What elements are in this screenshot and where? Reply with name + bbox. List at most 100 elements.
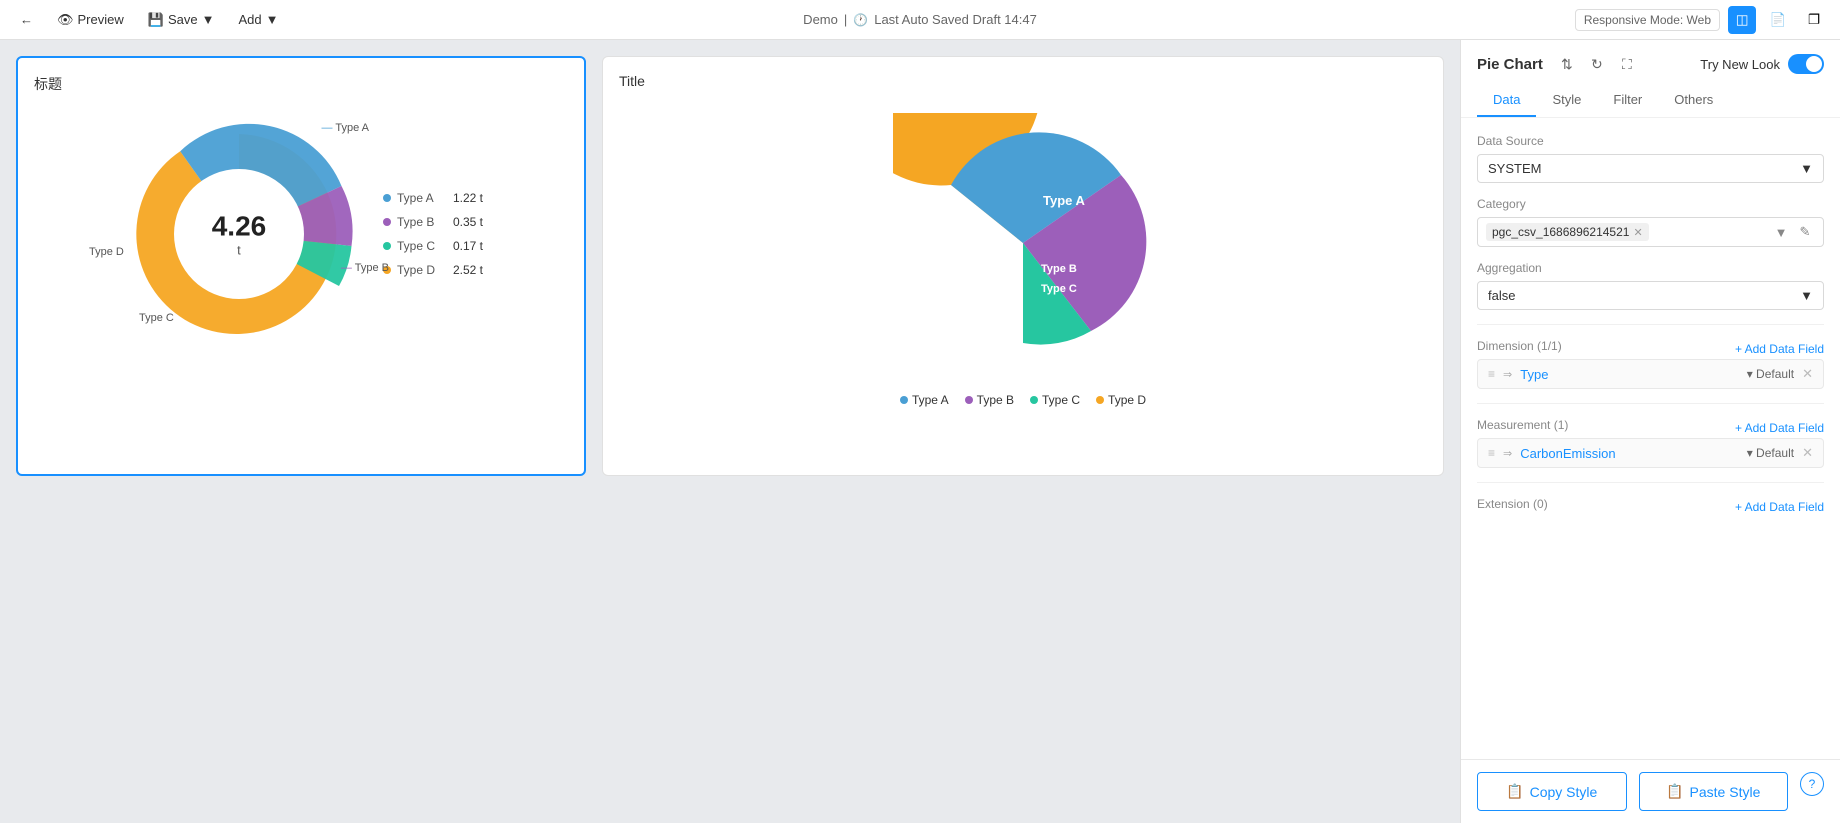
pie-legend-label-typeC: Type C [1042, 393, 1080, 407]
legend-item-typeA: Type A 1.22 t [383, 191, 483, 205]
topbar-right: Responsive Mode: Web ◫ 📄 ❐ [1575, 6, 1828, 34]
try-new-look-toggle[interactable] [1788, 54, 1824, 74]
measurement-add-btn[interactable]: + Add Data Field [1735, 421, 1824, 435]
preview-button[interactable]: 👁 Preview [49, 8, 132, 32]
separator: | [844, 12, 847, 27]
expand-button[interactable]: ❐ [1800, 6, 1828, 34]
extension-add-btn[interactable]: + Add Data Field [1735, 500, 1824, 514]
donut-center-label: 4.26 t [212, 211, 267, 258]
data-source-select[interactable]: SYSTEM ▼ [1477, 154, 1824, 183]
aggregation-label: Aggregation [1477, 261, 1824, 275]
help-icon[interactable]: ? [1800, 772, 1824, 796]
pie-svg [893, 113, 1153, 373]
dimension-default[interactable]: ▾ Default [1747, 367, 1794, 381]
save-dropdown-icon: ▼ [202, 12, 215, 27]
pie-legend-label-typeA: Type A [912, 393, 949, 407]
copy-style-button[interactable]: 📋 Copy Style [1477, 772, 1627, 811]
aggregation-value: false [1488, 288, 1515, 303]
pie-legend-label-typeB: Type B [977, 393, 1014, 407]
legend-label-typeB: Type B [397, 215, 447, 229]
donut-svg-wrap: 4.26 t — Type A Type D — Type B [119, 114, 359, 354]
app-name: Demo [803, 12, 838, 27]
data-source-field: Data Source SYSTEM ▼ [1477, 134, 1824, 183]
paste-style-button[interactable]: 📋 Paste Style [1639, 772, 1789, 811]
back-button[interactable]: ← [12, 8, 41, 31]
category-tag-box[interactable]: pgc_csv_1686896214521 ✕ ▼ ✎ [1477, 217, 1824, 247]
data-source-label: Data Source [1477, 134, 1824, 148]
pie-legend-typeC: Type C [1030, 393, 1080, 407]
measurement-field-name[interactable]: CarbonEmission [1520, 446, 1738, 461]
topbar-left: ← 👁 Preview 💾 Save ▼ Add ▼ [12, 8, 286, 32]
category-field: Category pgc_csv_1686896214521 ✕ ▼ ✎ [1477, 197, 1824, 247]
right-panel: Pie Chart ⇅ ↻ ⛶ Try New Look Data Style … [1460, 40, 1840, 823]
clock-icon: 🕐 [853, 13, 868, 27]
extension-section: Extension (0) + Add Data Field [1477, 497, 1824, 517]
aggregation-chevron-icon: ▼ [1800, 288, 1813, 303]
add-dropdown-icon: ▼ [266, 12, 279, 27]
divider-3 [1477, 482, 1824, 483]
main-layout: 标题 [0, 40, 1840, 823]
donut-chart-card[interactable]: 标题 [16, 56, 586, 476]
save-label: Save [168, 12, 198, 27]
aggregation-select[interactable]: false ▼ [1477, 281, 1824, 310]
legend-value-typeA: 1.22 t [453, 191, 483, 205]
legend-label-typeC: Type C [397, 239, 447, 253]
tab-filter[interactable]: Filter [1597, 84, 1658, 117]
legend-value-typeB: 0.35 t [453, 215, 483, 229]
measurement-arrow-icon: ⇒ [1503, 447, 1512, 460]
pie-legend-dot-typeA [900, 396, 908, 404]
measurement-remove-btn[interactable]: ✕ [1802, 445, 1813, 461]
dimension-drag-icon: ≡ [1488, 367, 1495, 381]
category-tag: pgc_csv_1686896214521 ✕ [1486, 223, 1649, 241]
refresh-icon-btn[interactable]: ↻ [1585, 52, 1609, 76]
save-icon: 💾 [148, 12, 164, 28]
pie-legend: Type A Type B Type C Type D [900, 393, 1146, 407]
legend-label-typeD: Type D [397, 263, 447, 277]
data-source-value: SYSTEM [1488, 161, 1541, 176]
copy-style-icon: 📋 [1506, 783, 1523, 800]
dimension-arrow-icon: ⇒ [1503, 368, 1512, 381]
panel-content: Data Source SYSTEM ▼ Category pgc_csv_16… [1461, 118, 1840, 759]
code-view-button[interactable]: 📄 [1764, 6, 1792, 34]
dimension-add-btn[interactable]: + Add Data Field [1735, 342, 1824, 356]
divider-1 [1477, 324, 1824, 325]
measurement-default[interactable]: ▾ Default [1747, 446, 1794, 460]
measurement-drag-icon: ≡ [1488, 446, 1495, 460]
try-new-look-label: Try New Look [1700, 57, 1780, 72]
category-label: Category [1477, 197, 1824, 211]
tab-data[interactable]: Data [1477, 84, 1536, 117]
pie-chart-card[interactable]: Title [602, 56, 1444, 476]
panel-title: Pie Chart [1477, 56, 1543, 73]
tab-others[interactable]: Others [1658, 84, 1729, 117]
eye-icon: 👁 [57, 12, 74, 28]
topbar-center: Demo | 🕐 Last Auto Saved Draft 14:47 [803, 12, 1037, 27]
add-button[interactable]: Add ▼ [230, 8, 286, 31]
image-icon-btn[interactable]: ⛶ [1615, 52, 1639, 76]
dimension-field-name[interactable]: Type [1520, 367, 1738, 382]
tab-style[interactable]: Style [1536, 84, 1597, 117]
dimension-label: Dimension (1/1) [1477, 339, 1562, 353]
pie-chart-container: Type A Type D Type B Type C Type A [619, 97, 1427, 423]
dimension-remove-btn[interactable]: ✕ [1802, 366, 1813, 382]
responsive-mode-label[interactable]: Responsive Mode: Web [1575, 9, 1720, 31]
panel-title-row: Pie Chart ⇅ ↻ ⛶ Try New Look [1477, 52, 1824, 76]
tag-dropdown-btn[interactable]: ▼ [1771, 222, 1791, 242]
pie-legend-dot-typeC [1030, 396, 1038, 404]
legend-item-typeC: Type C 0.17 t [383, 239, 483, 253]
measurement-label: Measurement (1) [1477, 418, 1568, 432]
legend-value-typeC: 0.17 t [453, 239, 483, 253]
desktop-view-button[interactable]: ◫ [1728, 6, 1756, 34]
type-d-float-label: Type D [89, 246, 124, 258]
type-b-float-label: — Type B [341, 262, 389, 274]
paste-style-icon: 📋 [1666, 783, 1683, 800]
autosave-label: Last Auto Saved Draft 14:47 [874, 12, 1037, 27]
save-button[interactable]: 💾 Save ▼ [140, 8, 223, 32]
chevron-down-icon: ▼ [1800, 161, 1813, 176]
tag-edit-btn[interactable]: ✎ [1795, 222, 1815, 242]
donut-center-unit: t [212, 243, 267, 258]
divider-2 [1477, 403, 1824, 404]
pie-legend-dot-typeB [965, 396, 973, 404]
sort-icon-btn[interactable]: ⇅ [1555, 52, 1579, 76]
category-tag-close[interactable]: ✕ [1633, 226, 1642, 239]
panel-footer: 📋 Copy Style 📋 Paste Style ? [1461, 759, 1840, 823]
